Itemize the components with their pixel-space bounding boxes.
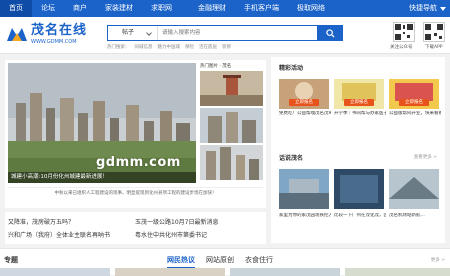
search-button[interactable] <box>317 25 343 41</box>
thumbnail-section-title: 热门图片 · 茂名 <box>200 64 232 69</box>
tab-original[interactable]: 网站原创 <box>206 255 234 265</box>
thumbnail-image[interactable] <box>200 145 263 180</box>
featured-caption[interactable]: 城建小高潮:10月份化州城建最新进展！ <box>8 172 196 183</box>
activity-text[interactable]: 免费吃！公益帮嘎茂名茂9月9日... <box>279 111 331 117</box>
talk-image <box>279 169 329 209</box>
nav-forum[interactable]: 论坛 <box>32 0 64 17</box>
wechat-qr-code[interactable] <box>393 22 415 42</box>
tower-photo <box>200 145 263 180</box>
nav-finance[interactable]: 金融理财 <box>189 0 235 17</box>
signup-badge[interactable]: 立即报名 <box>344 99 374 106</box>
qr-code-icon <box>395 24 413 40</box>
hot-word-link[interactable]: 活在底层 <box>199 44 217 50</box>
talk-text[interactable]: 茂名机场站新航... <box>389 213 441 219</box>
logo-text: 茂名在线 <box>31 23 88 38</box>
search-icon <box>325 28 335 38</box>
qr-label-wechat: 关注公众号 <box>390 45 413 50</box>
qr-code-icon <box>425 24 443 40</box>
signup-badge[interactable]: 立即报名 <box>399 99 429 106</box>
tab-hot-discussion[interactable]: 网民热议 <box>167 255 195 268</box>
talk-maoming-title: 话说茂名 <box>279 155 304 162</box>
activity-text[interactable]: 开学季｜书同帮与办家医子装修了... <box>334 111 386 117</box>
site-header: 茂名在线 WWW.GDMM.COM 帖子 热门搜索： 同城信息 魅力中国城 保险… <box>0 17 450 54</box>
search-bar: 帖子 <box>107 25 343 41</box>
talk-tile[interactable] <box>389 169 439 209</box>
news-item[interactable]: 兴和广场（我府）全体业主联名再呐书 <box>8 230 110 239</box>
thumbnail-image[interactable] <box>200 71 263 106</box>
talk-image <box>389 169 439 209</box>
quick-nav-button[interactable]: 快捷导航 <box>409 0 446 17</box>
nav-mobile-client[interactable]: 手机客户端 <box>235 0 288 17</box>
news-list: 又降准，茂房破万五吗？ 玉茂一级公路10月7日最新消息 兴和广场（我府）全体业主… <box>5 212 266 244</box>
topics-more-link[interactable]: 更多 > <box>431 257 445 263</box>
right-panel: 精彩活动 立即报名 免费吃！公益帮嘎茂名茂9月9日... 立即报名 开学季｜书同… <box>271 57 445 243</box>
thumbnail-image[interactable] <box>200 108 263 143</box>
search-input[interactable] <box>162 28 312 38</box>
logo-mark-icon <box>7 28 27 41</box>
activities-title: 精彩活动 <box>279 65 304 72</box>
top-nav: 首页 论坛 商户 家装建材 求职网 金融理财 手机客户端 极取网络 快捷导航 <box>0 0 450 17</box>
quick-nav-label: 快捷导航 <box>409 4 437 12</box>
topics-label: 专题 <box>4 256 18 264</box>
talk-tile[interactable] <box>279 169 329 209</box>
talk-image <box>334 169 384 209</box>
signup-badge[interactable]: 立即报名 <box>289 99 319 106</box>
pagoda-photo <box>200 71 263 106</box>
nav-home[interactable]: 首页 <box>0 0 32 17</box>
activity-tile[interactable]: 立即报名 <box>389 79 439 109</box>
topics-bar: 专题 网民热议 网站原创 衣食住行 更多 > <box>0 248 450 276</box>
hot-search-label: 热门搜索： <box>107 45 130 50</box>
chevron-down-icon <box>146 30 152 36</box>
news-item[interactable]: 玉茂一级公路10月7日最新消息 <box>135 217 218 226</box>
featured-news-card: gdmm.com 城建小高潮:10月份化州城建最新进展！ 热门图片 · 茂名 中… <box>5 60 266 208</box>
talk-tile[interactable] <box>334 169 384 209</box>
nav-network[interactable]: 极取网络 <box>288 0 334 17</box>
app-qr-code[interactable] <box>423 22 445 42</box>
nav-jobs[interactable]: 求职网 <box>142 0 181 17</box>
activity-text[interactable]: 公益版帮同开业，快来看看你家... <box>389 111 441 117</box>
news-item[interactable]: 又降准，茂房破万五吗？ <box>8 217 74 226</box>
see-more-link[interactable]: 查看更多 > <box>414 154 437 160</box>
chevron-down-icon <box>440 6 446 11</box>
site-logo[interactable]: 茂名在线 WWW.GDMM.COM <box>6 23 96 49</box>
tab-daily-life[interactable]: 衣食住行 <box>245 255 273 265</box>
nav-home-decor[interactable]: 家装建材 <box>96 0 142 17</box>
hot-word-link[interactable]: 同城信息 <box>135 44 153 50</box>
talk-text[interactable]: 比较一下广州在茂化茂，区间一下广州.. <box>334 213 386 219</box>
hot-search-words: 热门搜索： 同城信息 魅力中国城 保险 活在底层 装修 <box>107 44 231 50</box>
nav-merchants[interactable]: 商户 <box>64 0 96 17</box>
featured-image[interactable]: gdmm.com 城建小高潮:10月份化州城建最新进展！ <box>8 63 196 183</box>
image-watermark: gdmm.com <box>96 155 181 170</box>
talk-text[interactable]: 家里为你的家茂园现铁挖方，在化下户.. <box>279 213 331 219</box>
hot-word-link[interactable]: 装修 <box>222 44 231 50</box>
logo-url: WWW.GDMM.COM <box>31 39 77 45</box>
search-category-select[interactable]: 帖子 <box>108 26 158 40</box>
building-photo <box>200 108 263 143</box>
hot-word-link[interactable]: 魅力中国城 <box>158 44 181 50</box>
news-item[interactable]: 粤水住中共化州市第委书记 <box>135 230 207 239</box>
activity-tile[interactable]: 立即报名 <box>279 79 329 109</box>
news-ticker[interactable]: 中秋以来已组织人工程建设的现事，明显提现到化州县项工程的建设步伐在加快！ <box>8 187 263 199</box>
qr-label-app: 下载APP <box>425 45 443 50</box>
hot-word-link[interactable]: 保险 <box>185 44 194 50</box>
side-thumbnails: 热门图片 · 茂名 <box>200 63 263 183</box>
activity-tile[interactable]: 立即报名 <box>334 79 384 109</box>
search-category-label: 帖子 <box>122 29 135 36</box>
